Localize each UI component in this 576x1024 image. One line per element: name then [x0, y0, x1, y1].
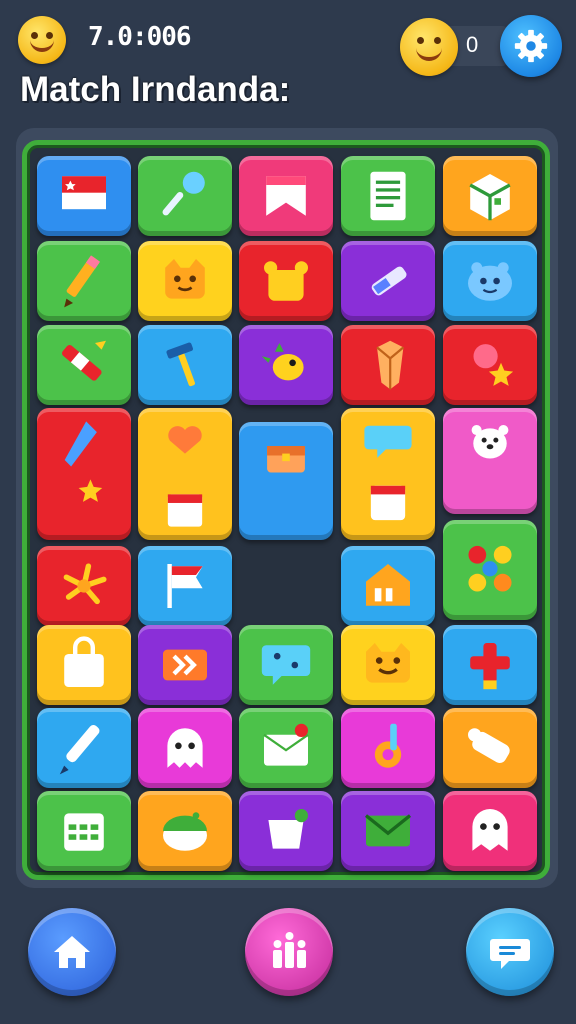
arrows-tile[interactable] [138, 625, 232, 705]
chat-calendar-tile[interactable] [341, 408, 435, 540]
syringe-icon [371, 266, 407, 296]
top-bar: 7.0:006 Match Irndanda: 0 [0, 0, 576, 120]
gearkey-icon [374, 723, 402, 768]
chatghost-icon [472, 809, 508, 851]
page-title: Match Irndanda: [20, 70, 291, 109]
star-pin-tile[interactable] [443, 325, 537, 405]
dice-chat-tile[interactable] [239, 625, 333, 705]
smiley-coin-icon [400, 18, 458, 76]
buttons-icon [468, 545, 512, 592]
buttons-tile[interactable] [443, 520, 537, 620]
heartcal-icon [167, 426, 203, 527]
bear-icon [264, 261, 308, 301]
cat-face-tile[interactable] [138, 241, 232, 321]
crayon-tile[interactable] [37, 325, 131, 405]
firework-icon [63, 563, 107, 605]
grid-icon [64, 813, 104, 851]
starpin-icon [473, 344, 514, 386]
chat-icon [490, 939, 530, 969]
melon-icon [163, 812, 207, 851]
monster-icon [468, 262, 512, 301]
cup-icon [268, 809, 308, 849]
document-icon [370, 171, 406, 221]
smileycat-icon [366, 643, 410, 683]
document-tile[interactable] [341, 156, 435, 236]
red-flag-tile[interactable] [138, 546, 232, 626]
bag-tile[interactable] [37, 625, 131, 705]
house-icon [366, 564, 410, 606]
syringe-tile[interactable] [341, 241, 435, 321]
marker-tile[interactable] [37, 708, 131, 788]
score-value: 0 [466, 32, 479, 57]
flag-icon [62, 176, 106, 210]
gear-key-tile[interactable] [341, 708, 435, 788]
marker-icon [59, 725, 100, 775]
pin-icon [162, 171, 205, 216]
plus-icon [470, 643, 510, 690]
settings-button[interactable] [500, 15, 562, 77]
envelope-icon [364, 814, 412, 847]
bird-tile[interactable] [239, 325, 333, 405]
bear-tile[interactable] [239, 241, 333, 321]
pen-star-tile[interactable] [37, 408, 131, 540]
treasure-box-tile[interactable] [239, 422, 333, 540]
flag-tile[interactable] [37, 156, 131, 236]
scroll-tile[interactable] [443, 708, 537, 788]
box-tile[interactable] [443, 156, 537, 236]
gear-icon [514, 29, 548, 63]
hammer-tile[interactable] [138, 325, 232, 405]
heart-calendar-tile[interactable] [138, 408, 232, 540]
bag-icon [64, 636, 104, 687]
gem-tile[interactable] [341, 325, 435, 405]
chat-ghost-tile[interactable] [443, 791, 537, 871]
firework-tile[interactable] [37, 546, 131, 626]
pin-tile[interactable] [138, 156, 232, 236]
pencil-tile[interactable] [37, 241, 131, 321]
gem-icon [376, 340, 405, 390]
cat-icon [165, 259, 205, 299]
crayon-icon [62, 340, 106, 381]
plus-tile[interactable] [443, 625, 537, 705]
bird-icon [261, 343, 304, 381]
ghost-tile[interactable] [138, 708, 232, 788]
envelopedart-icon [263, 723, 309, 766]
chatcal-icon [364, 425, 412, 521]
hammer-icon [166, 342, 196, 387]
pencil-icon [64, 255, 101, 308]
redflag-icon [167, 564, 203, 608]
home-icon [54, 936, 90, 968]
leaderboard-button[interactable] [245, 908, 333, 996]
cup-tile[interactable] [239, 791, 333, 871]
bookmark-icon [266, 176, 306, 216]
polar-bear-tile[interactable] [443, 408, 537, 514]
chat-button[interactable] [466, 908, 554, 996]
polarbear-icon [471, 425, 509, 459]
calendar-grid-tile[interactable] [37, 791, 131, 871]
arrows-icon [163, 649, 207, 681]
bookmark-tile[interactable] [239, 156, 333, 236]
timer: 7.0:006 [88, 22, 192, 52]
ghost-icon [167, 728, 203, 768]
house-tile[interactable] [341, 546, 435, 626]
leaderboard-icon [273, 932, 306, 968]
penstar-icon [64, 421, 103, 502]
envelope-tile[interactable] [341, 791, 435, 871]
scroll-icon [468, 728, 510, 763]
monster-tile[interactable] [443, 241, 537, 321]
dicechat-icon [261, 645, 311, 685]
smiley-face-icon[interactable] [18, 16, 66, 64]
melon-tile[interactable] [138, 791, 232, 871]
smiley-cat-tile[interactable] [341, 625, 435, 705]
box-icon [469, 174, 511, 221]
envelope-dart-tile[interactable] [239, 708, 333, 788]
chest-icon [267, 446, 305, 473]
home-button[interactable] [28, 908, 116, 996]
